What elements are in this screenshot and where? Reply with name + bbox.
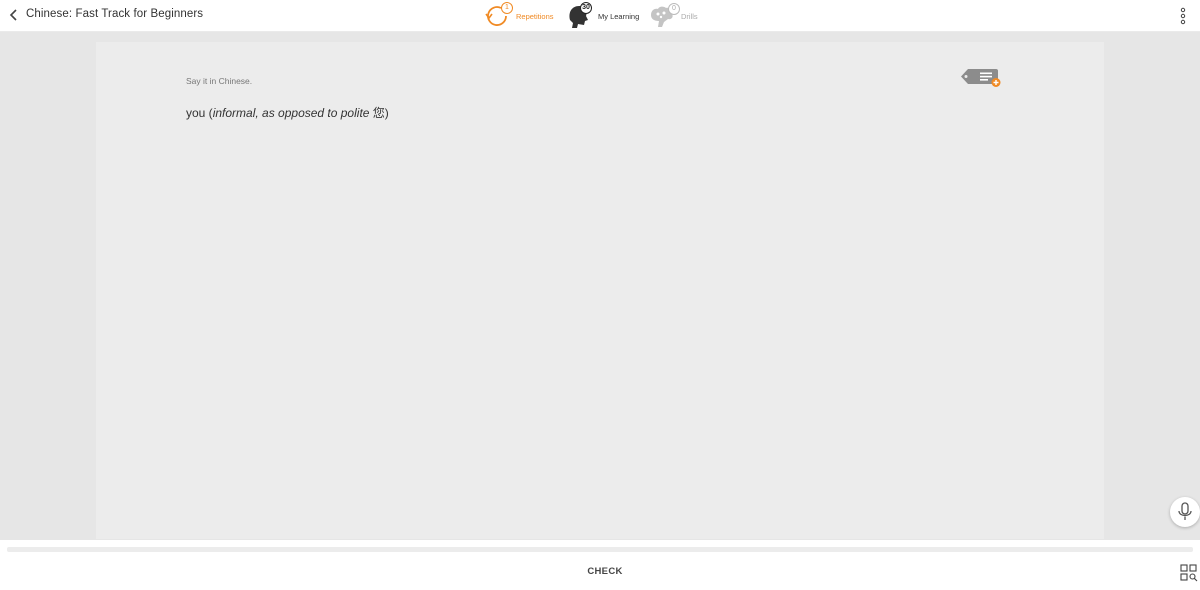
repetitions-count-badge: 1 xyxy=(501,2,513,14)
phrase-note: informal, as opposed to polite xyxy=(212,106,370,120)
more-options-icon[interactable] xyxy=(1178,6,1188,26)
nav-repetitions[interactable]: 1 Repetitions xyxy=(484,2,554,30)
check-button[interactable]: CHECK xyxy=(570,566,640,580)
nav-drills-label: Drills xyxy=(681,11,698,21)
microphone-icon xyxy=(1178,502,1192,520)
footer-bar: CHECK xyxy=(0,540,1200,590)
top-bar: Chinese: Fast Track for Beginners 1 Repe… xyxy=(0,0,1200,32)
back-arrow-icon[interactable] xyxy=(6,7,22,23)
card-phrase: you (informal, as opposed to polite 您) xyxy=(186,104,389,121)
card-prompt: Say it in Chinese. xyxy=(186,76,253,86)
overview-grid-icon[interactable] xyxy=(1180,564,1198,582)
nav-repetitions-label: Repetitions xyxy=(516,11,554,21)
drills-count-badge: 0 xyxy=(668,3,680,15)
phrase-suffix: ) xyxy=(384,106,389,120)
microphone-button[interactable] xyxy=(1170,497,1200,527)
nav-my-learning[interactable]: 30 My Learning xyxy=(566,2,639,30)
phrase-character: 您 xyxy=(369,106,385,120)
nav-my-learning-label: My Learning xyxy=(598,11,640,21)
lesson-progress-bar xyxy=(7,547,1193,552)
add-tag-icon[interactable] xyxy=(958,66,1004,88)
phrase-prefix: you ( xyxy=(186,106,213,120)
nav-drills[interactable]: 0 Drills xyxy=(649,2,698,30)
learning-card: Say it in Chinese. you (informal, as opp… xyxy=(96,42,1104,539)
course-title: Chinese: Fast Track for Beginners xyxy=(26,8,204,20)
my-learning-count-badge: 30 xyxy=(580,2,592,14)
